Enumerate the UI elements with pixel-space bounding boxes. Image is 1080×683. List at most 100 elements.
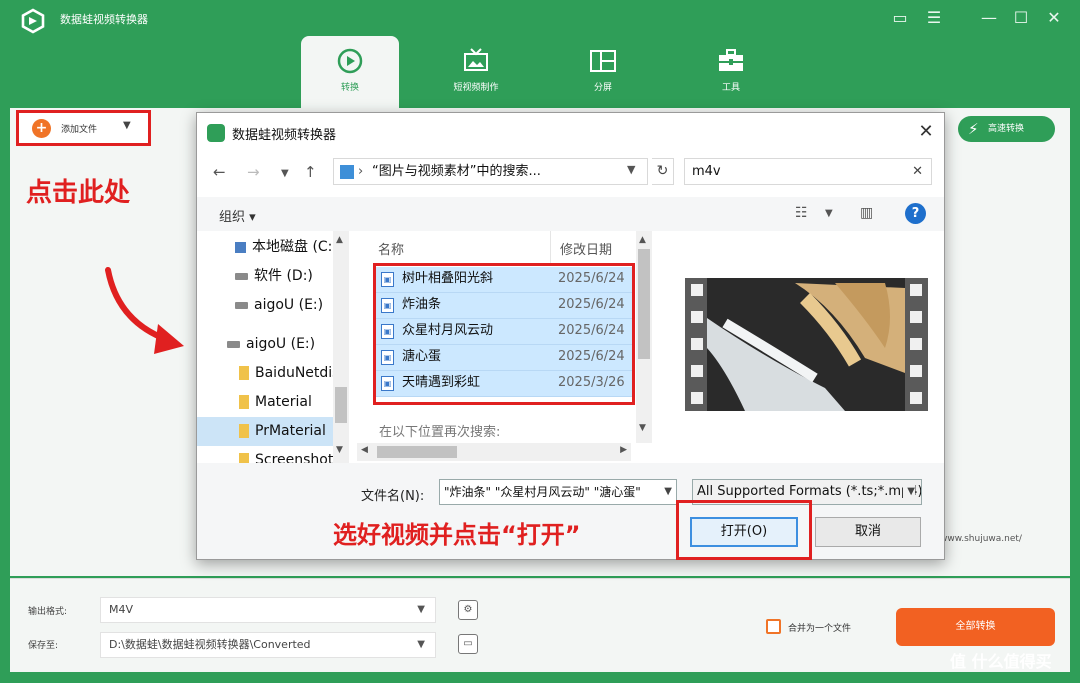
- dialog-close-icon[interactable]: ✕: [913, 119, 939, 145]
- open-file-dialog: 数据蛙视频转换器 ✕ ← → ▼ ↑ › “图片与视频素材”中的搜索... ▼ …: [196, 112, 945, 560]
- speed-convert-button[interactable]: ⚡ 高速转换: [958, 116, 1055, 142]
- search-input[interactable]: m4v ✕: [684, 158, 932, 185]
- scroll-left-icon[interactable]: ◀: [361, 445, 368, 455]
- view-dropdown-icon[interactable]: ▼: [825, 208, 833, 219]
- horizontal-scroll-thumb[interactable]: [377, 446, 457, 458]
- output-format-select[interactable]: M4V ▼: [100, 597, 436, 623]
- tree-item-prmaterial[interactable]: PrMaterial: [197, 417, 335, 446]
- tab-split-screen[interactable]: 分屏: [554, 36, 652, 108]
- merge-label: 合并为一个文件: [788, 624, 852, 634]
- tree-item-drive-c[interactable]: 本地磁盘 (C:): [197, 233, 335, 262]
- clear-search-icon[interactable]: ✕: [912, 159, 923, 184]
- horizontal-scrollbar[interactable]: ◀ ▶: [357, 443, 631, 461]
- app-logo-icon: [21, 8, 45, 34]
- tree-item-drive-e[interactable]: aigoU (E:): [197, 291, 335, 320]
- folder-open-icon[interactable]: ▭: [458, 634, 478, 654]
- minimize-icon[interactable]: —: [977, 6, 1001, 30]
- folder-icon: [239, 453, 249, 463]
- scroll-down-icon[interactable]: ▼: [639, 423, 646, 433]
- close-window-icon[interactable]: ✕: [1042, 6, 1066, 30]
- scroll-down-icon[interactable]: ▼: [336, 445, 343, 455]
- search-value: m4v: [692, 164, 721, 179]
- video-preview-thumbnail: [685, 278, 928, 411]
- cancel-button[interactable]: 取消: [815, 517, 921, 547]
- save-to-label: 保存至:: [28, 641, 59, 651]
- red-arrow-icon: [105, 267, 184, 354]
- file-scroll-thumb[interactable]: [638, 249, 650, 359]
- back-arrow-icon[interactable]: ←: [213, 163, 226, 181]
- tree-item-screenshots[interactable]: Screenshots: [197, 446, 335, 463]
- add-file-label: 添加文件: [61, 125, 98, 135]
- watermark-url: www.shujuwa.net/: [940, 534, 1022, 544]
- drive-icon: [235, 301, 248, 309]
- tree-scrollbar[interactable]: ▲ ▼: [333, 231, 349, 463]
- save-to-path-select[interactable]: D:\数据蛙\数据蛙视频转换器\Converted ▼: [100, 632, 436, 658]
- dialog-title: 数据蛙视频转换器: [232, 128, 337, 143]
- maximize-icon[interactable]: ☐: [1009, 6, 1033, 30]
- tree-item-baidunetdisk[interactable]: BaiduNetdisk: [197, 359, 335, 388]
- navigation-tree: 本地磁盘 (C:) 软件 (D:) aigoU (E:) aigoU (E:) …: [197, 231, 349, 463]
- chevron-down-icon: ▼: [903, 480, 915, 504]
- tab-short-video-label: 短视频制作: [453, 83, 499, 93]
- recent-dropdown-icon[interactable]: ▼: [281, 168, 289, 179]
- view-options-icon[interactable]: ☷: [795, 205, 808, 221]
- help-icon[interactable]: ?: [905, 203, 926, 224]
- tree-item-material[interactable]: Material: [197, 388, 335, 417]
- output-format-label: 输出格式:: [28, 607, 68, 617]
- tv-icon: [464, 48, 488, 71]
- convert-all-button[interactable]: 全部转换: [896, 608, 1055, 646]
- file-list-scrollbar[interactable]: ▲ ▼: [636, 231, 652, 443]
- tab-short-video[interactable]: 短视频制作: [427, 36, 525, 108]
- tree-item-drive-e-root[interactable]: aigoU (E:): [197, 330, 335, 359]
- column-name[interactable]: 名称: [378, 239, 404, 258]
- scroll-up-icon[interactable]: ▲: [336, 235, 343, 245]
- feedback-icon[interactable]: ▭: [888, 6, 912, 30]
- app-title: 数据蛙视频转换器: [60, 13, 148, 26]
- column-divider: [550, 231, 551, 263]
- toolbox-icon: [719, 49, 743, 71]
- scroll-up-icon[interactable]: ▲: [639, 235, 646, 245]
- filename-label: 文件名(N):: [361, 489, 425, 504]
- app-header: [0, 0, 1080, 108]
- scroll-right-icon[interactable]: ▶: [620, 445, 627, 455]
- output-format-value: M4V: [109, 603, 134, 616]
- tab-convert-label: 转换: [340, 83, 359, 93]
- chevron-down-icon[interactable]: ▼: [660, 480, 672, 504]
- tree-item-drive-d[interactable]: 软件 (D:): [197, 262, 335, 291]
- column-modified[interactable]: 修改日期: [560, 239, 612, 258]
- folder-icon: [239, 366, 249, 380]
- forward-arrow-icon[interactable]: →: [247, 163, 260, 181]
- merge-checkbox[interactable]: [766, 619, 781, 634]
- filename-value: "炸油条" "众星村月风云动" "溏心蛋": [444, 485, 641, 499]
- folder-icon: [239, 424, 249, 438]
- up-arrow-icon[interactable]: ↑: [304, 163, 317, 181]
- format-settings-icon[interactable]: ⚙: [458, 600, 478, 620]
- drive-icon: [235, 272, 248, 280]
- red-highlight-files: [373, 263, 635, 405]
- filename-input[interactable]: "炸油条" "众星村月风云动" "溏心蛋" ▼: [439, 479, 677, 505]
- preview-pane-icon[interactable]: ▥: [860, 205, 873, 221]
- red-highlight-open-button: [676, 500, 812, 560]
- address-bar[interactable]: › “图片与视频素材”中的搜索...: [333, 158, 648, 185]
- address-dropdown-icon[interactable]: ▼: [627, 163, 635, 176]
- split-screen-icon: [590, 50, 616, 72]
- tab-tools-label: 工具: [721, 83, 740, 93]
- file-type-value: All Supported Formats (*.ts;*.mp4): [697, 484, 922, 499]
- address-path: “图片与视频素材”中的搜索...: [372, 164, 541, 179]
- disk-icon: [235, 241, 246, 253]
- chevron-down-icon[interactable]: ▼: [123, 120, 131, 131]
- chevron-down-icon: ▼: [417, 604, 425, 615]
- tree-scroll-thumb[interactable]: [335, 387, 347, 423]
- dialog-toolbar: 组织 ▾ ☷ ▼ ▥ ?: [197, 197, 944, 231]
- lightning-icon: ⚡: [968, 120, 979, 138]
- annotation-click-here: 点击此处: [26, 178, 131, 208]
- corner-watermark: 值 什么值得买: [950, 652, 1052, 671]
- menu-icon[interactable]: ☰: [922, 6, 946, 30]
- breadcrumb-chevron-icon: ›: [358, 164, 364, 179]
- annotation-select-and-open: 选好视频并点击“打开”: [333, 521, 581, 549]
- tab-convert[interactable]: 转换: [301, 36, 399, 108]
- organize-button[interactable]: 组织 ▾: [219, 206, 256, 225]
- tab-tools[interactable]: 工具: [682, 36, 780, 108]
- add-file-button[interactable]: + 添加文件 ▼: [16, 110, 151, 146]
- refresh-icon[interactable]: ↻: [652, 158, 674, 185]
